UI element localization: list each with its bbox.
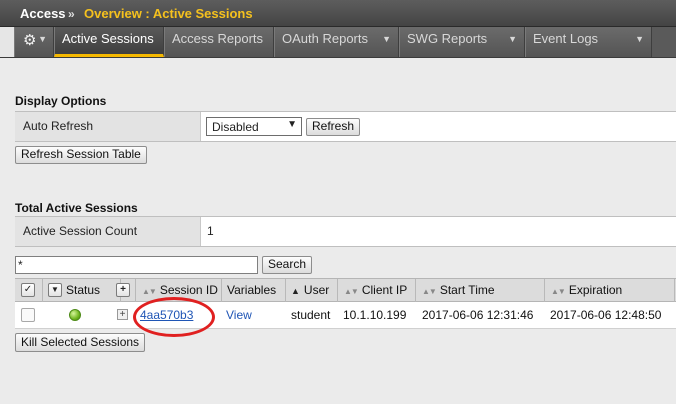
variables-header: Variables: [222, 279, 286, 302]
auto-refresh-row: Auto Refresh Disabled ▼ Refresh: [15, 112, 676, 141]
display-options-table: Auto Refresh Disabled ▼ Refresh: [15, 111, 676, 142]
breadcrumb-separator: »: [68, 7, 75, 21]
tab-active-sessions[interactable]: Active Sessions: [54, 27, 164, 57]
user-cell: student: [291, 308, 331, 322]
select-all-cell: ✓: [15, 279, 43, 302]
tab-label: Event Logs: [533, 31, 599, 46]
expand-all-button[interactable]: +: [116, 283, 130, 297]
title-bar: Access » Overview : Active Sessions: [0, 0, 676, 27]
status-header[interactable]: ▼ Status: [43, 279, 121, 302]
status-header-label: Status: [66, 283, 101, 297]
gear-icon: ⚙: [23, 32, 37, 49]
expiration-header[interactable]: ▲▼ Expiration: [545, 279, 675, 302]
tab-oauth-reports[interactable]: OAuth Reports ▼: [274, 27, 399, 57]
tab-access-reports[interactable]: Access Reports: [164, 27, 274, 57]
auto-refresh-label: Auto Refresh: [15, 112, 201, 141]
tab-label: Active Sessions: [62, 31, 154, 46]
tab-label: OAuth Reports: [282, 31, 368, 46]
user-header[interactable]: ▲ User: [286, 279, 338, 302]
session-id-header[interactable]: ▲▼ Session ID: [135, 279, 222, 302]
display-options-title: Display Options: [15, 94, 107, 108]
session-id-link: 4aa570b3: [140, 302, 193, 328]
client-ip-header-label: Client IP: [361, 283, 408, 297]
status-active-icon: [69, 309, 81, 321]
expiration-cell: 2017-06-06 12:48:50: [550, 308, 662, 322]
session-count-label: Active Session Count: [15, 217, 201, 246]
tab-swg-reports[interactable]: SWG Reports ▼: [399, 27, 525, 57]
variables-view-link-text[interactable]: View: [226, 308, 252, 322]
row-checkbox[interactable]: [21, 308, 35, 322]
table-row: + 4aa570b3 View student 10.1.10.199 2017…: [15, 302, 676, 329]
chevron-down-icon: ▼: [635, 34, 644, 44]
sort-icon: ▲▼: [422, 287, 437, 296]
expand-row-button[interactable]: +: [117, 309, 128, 320]
status-filter-dropdown[interactable]: ▼: [48, 283, 62, 297]
client-ip-cell: 10.1.10.199: [343, 308, 407, 322]
tab-label: Access Reports: [172, 31, 264, 46]
total-sessions-table: Active Session Count 1: [15, 216, 676, 247]
tab-event-logs[interactable]: Event Logs ▼: [525, 27, 652, 57]
chevron-down-icon: ▼: [508, 34, 517, 44]
sessions-table: ✓ ▼ Status + ▲▼ Session ID Variables ▲ Use…: [15, 278, 676, 329]
refresh-session-table-button[interactable]: Refresh Session Table: [15, 146, 147, 164]
session-filter-input[interactable]: *: [15, 256, 258, 274]
total-sessions-title: Total Active Sessions: [15, 201, 138, 215]
start-time-header-label: Start Time: [439, 283, 495, 297]
expand-all-cell: +: [116, 279, 135, 302]
sort-icon: ▲▼: [551, 287, 566, 296]
variables-header-label: Variables: [227, 283, 277, 297]
table-header: ✓ ▼ Status + ▲▼ Session ID Variables ▲ Use…: [15, 278, 676, 302]
user-header-label: User: [303, 283, 330, 297]
sort-icon: ▲▼: [344, 287, 359, 296]
sort-icon: ▲▼: [142, 287, 157, 296]
chevron-down-icon: ▼: [382, 34, 391, 44]
kill-selected-sessions-button[interactable]: Kill Selected Sessions: [15, 333, 146, 352]
refresh-button[interactable]: Refresh: [306, 118, 361, 136]
tab-bar-edge: [0, 27, 14, 57]
settings-menu-button[interactable]: ⚙ ▼: [14, 27, 54, 57]
session-count-row: Active Session Count 1: [15, 217, 676, 246]
expiration-header-label: Expiration: [568, 283, 623, 297]
select-all-checkbox[interactable]: ✓: [21, 283, 35, 297]
chevron-down-icon: ▼: [287, 119, 297, 130]
tab-label: SWG Reports: [407, 31, 488, 46]
sort-ascending-icon: ▲: [291, 286, 300, 296]
client-ip-header[interactable]: ▲▼ Client IP: [338, 279, 416, 302]
variables-view-link: View: [226, 302, 252, 328]
session-id-header-label: Session ID: [159, 283, 218, 297]
tab-bar: ⚙ ▼ Active Sessions Access Reports OAuth…: [0, 27, 676, 58]
session-count-value: 1: [207, 224, 214, 238]
session-id-link-text[interactable]: 4aa570b3: [140, 308, 193, 322]
start-time-header[interactable]: ▲▼ Start Time: [416, 279, 545, 302]
auto-refresh-select[interactable]: Disabled ▼: [206, 117, 302, 136]
chevron-down-icon: ▼: [38, 34, 47, 44]
module-name[interactable]: Access: [20, 6, 66, 21]
start-time-cell: 2017-06-06 12:31:46: [422, 308, 534, 322]
search-button[interactable]: Search: [262, 256, 313, 274]
auto-refresh-value: Disabled: [212, 120, 259, 134]
breadcrumb[interactable]: Overview : Active Sessions: [84, 6, 253, 21]
